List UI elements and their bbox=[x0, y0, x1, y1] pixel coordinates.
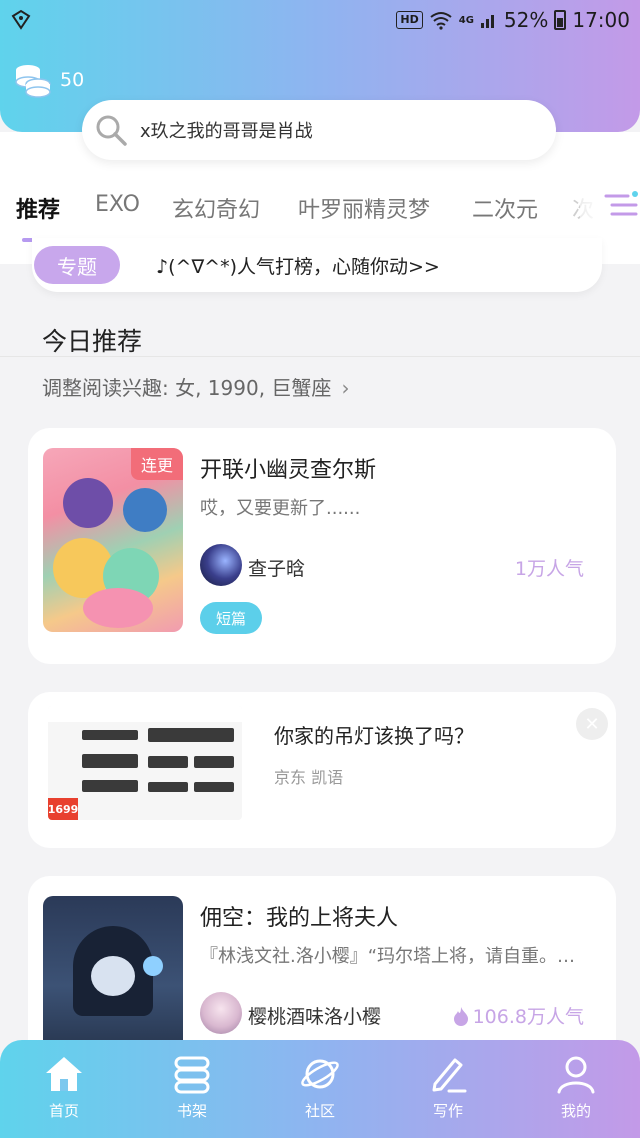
nav-bookshelf[interactable]: 书架 bbox=[142, 1054, 242, 1121]
ad-image: 1699 bbox=[48, 706, 242, 820]
book-description: 哎，又要更新了...... bbox=[200, 498, 361, 519]
popularity-with-fire: 106.8万人气 bbox=[453, 1002, 584, 1029]
book-description: 『林浅文社.洛小樱』“玛尔塔上将，请自重。… bbox=[200, 946, 576, 967]
nav-label: 社区 bbox=[304, 1102, 335, 1120]
ad-card[interactable]: 1699 你家的吊灯该换了吗？ 京东 凯语 ✕ bbox=[28, 692, 616, 848]
ad-price: 1699 bbox=[48, 798, 78, 820]
reading-interest-text: 调整阅读兴趣: 女, 1990, 巨蟹座 bbox=[42, 376, 332, 400]
avatar[interactable] bbox=[200, 544, 242, 586]
signal-icon bbox=[480, 15, 494, 28]
close-icon[interactable]: ✕ bbox=[576, 708, 608, 740]
category-tabs: 推荐 EXO 玄幻奇幻 叶罗丽精灵梦 二次元 次 bbox=[0, 192, 640, 232]
ad-source: 京东 凯语 bbox=[274, 768, 344, 787]
planet-icon bbox=[301, 1059, 339, 1089]
author-name[interactable]: 查子晗 bbox=[248, 554, 305, 581]
nav-community[interactable]: 社区 bbox=[270, 1054, 370, 1121]
fire-icon bbox=[453, 1007, 468, 1026]
genre-tag[interactable]: 短篇 bbox=[200, 602, 262, 634]
section-title: 今日推荐 bbox=[42, 327, 143, 356]
pen-icon bbox=[432, 1058, 467, 1093]
network-type: 4G bbox=[458, 14, 474, 26]
avatar[interactable] bbox=[200, 992, 242, 1034]
search-icon bbox=[96, 115, 127, 146]
nav-profile[interactable]: 我的 bbox=[526, 1054, 626, 1121]
search-bar[interactable]: x玖之我的哥哥是肖战 bbox=[82, 100, 556, 160]
coin-stack-icon bbox=[15, 65, 51, 98]
bookshelf-icon bbox=[174, 1056, 210, 1094]
serializing-badge: 连更 bbox=[131, 448, 183, 480]
coin-count: 50 bbox=[60, 69, 85, 91]
topic-text: ♪(^∇^*)人气打榜，心随你动>> bbox=[156, 256, 440, 278]
tab-recommend[interactable]: 推荐 bbox=[16, 192, 60, 224]
author-name[interactable]: 樱桃酒味洛小樱 bbox=[248, 1002, 381, 1029]
menu-list-icon bbox=[604, 191, 638, 216]
search-input[interactable]: x玖之我的哥哥是肖战 bbox=[140, 117, 313, 143]
topic-banner[interactable]: 专题 ♪(^∇^*)人气打榜，心随你动>> bbox=[32, 238, 602, 292]
user-icon bbox=[557, 1056, 595, 1094]
nav-label: 写作 bbox=[432, 1102, 463, 1120]
battery-icon bbox=[554, 10, 567, 30]
popularity: 1万人气 bbox=[514, 558, 584, 580]
tab-acg[interactable]: 二次元 bbox=[472, 192, 538, 224]
book-cover: 连更 bbox=[43, 448, 183, 632]
book-title: 开联小幽灵查尔斯 bbox=[200, 458, 377, 483]
tab-fantasy[interactable]: 玄幻奇幻 bbox=[172, 192, 260, 224]
nav-write[interactable]: 写作 bbox=[398, 1054, 498, 1121]
nav-home[interactable]: 首页 bbox=[14, 1054, 114, 1121]
topic-pill: 专题 bbox=[34, 246, 120, 284]
divider bbox=[0, 356, 640, 357]
book-card[interactable]: 连更 开联小幽灵查尔斯 哎，又要更新了...... 查子晗 1万人气 短篇 bbox=[28, 428, 616, 664]
category-menu-button[interactable] bbox=[580, 180, 640, 234]
popularity: 106.8万人气 bbox=[472, 1006, 584, 1028]
status-bar: HD 4G 52% 17:00 bbox=[0, 0, 640, 40]
book-title: 佣空：我的上将夫人 bbox=[200, 906, 399, 931]
wifi-icon bbox=[430, 12, 452, 30]
notification-icon bbox=[11, 9, 31, 30]
tab-yeloli[interactable]: 叶罗丽精灵梦 bbox=[298, 192, 430, 224]
hd-badge: HD bbox=[396, 11, 423, 29]
home-icon bbox=[46, 1057, 82, 1091]
nav-label: 书架 bbox=[176, 1102, 207, 1120]
nav-label: 我的 bbox=[560, 1102, 591, 1120]
ad-title: 你家的吊灯该换了吗？ bbox=[274, 724, 474, 748]
clock: 17:00 bbox=[572, 8, 630, 32]
chevron-right-icon: › bbox=[341, 376, 350, 400]
battery-percent: 52% bbox=[503, 8, 549, 32]
coin-balance[interactable]: 50 bbox=[14, 62, 84, 98]
reading-interest-link[interactable]: 调整阅读兴趣: 女, 1990, 巨蟹座 › bbox=[42, 372, 349, 401]
bottom-navigation: 首页 书架 社区 写作 我的 bbox=[0, 1040, 640, 1138]
nav-label: 首页 bbox=[48, 1102, 79, 1120]
tab-exo[interactable]: EXO bbox=[95, 192, 140, 217]
